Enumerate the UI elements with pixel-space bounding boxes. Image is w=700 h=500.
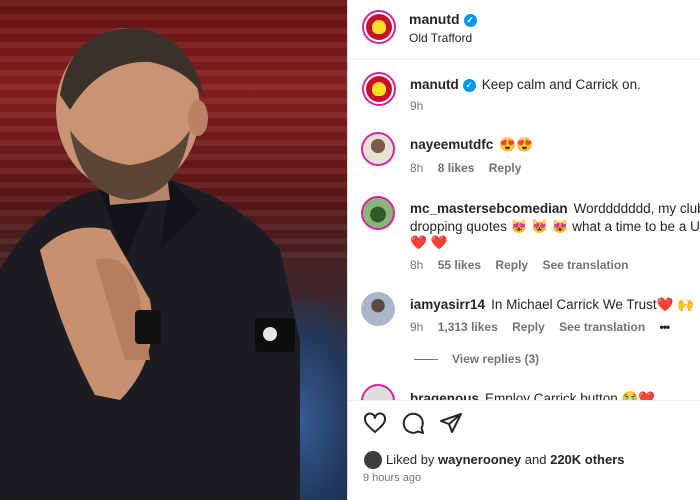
post-header: manutd ✓ Old Trafford: [348, 0, 700, 60]
view-replies-button[interactable]: View replies (3): [414, 352, 539, 366]
comment-likes[interactable]: 1,313 likes: [438, 320, 498, 334]
liked-user[interactable]: waynerooney: [438, 452, 521, 467]
man-figure: [0, 28, 300, 500]
post-photo: [0, 0, 347, 500]
comment-likes[interactable]: 55 likes: [438, 258, 481, 272]
post-author[interactable]: manutd ✓: [409, 11, 477, 27]
comment-time: 8h: [410, 258, 424, 272]
comment-item: mc_mastersebcomedian Worddddddd, my club …: [348, 194, 700, 274]
caption-avatar[interactable]: [362, 72, 396, 106]
comment-body-line3: ❤️ ❤️: [410, 235, 448, 250]
comment-handle[interactable]: nayeemutdfc: [410, 137, 493, 152]
comment-time: 9h: [410, 320, 424, 334]
share-icon[interactable]: [439, 411, 463, 435]
post-actions: Liked by waynerooney and 220K others 9 h…: [348, 400, 700, 500]
comment-time: 8h: [410, 161, 424, 175]
comment-body-line2: dropping quotes 😻 😻 😻 what a time to be …: [410, 219, 700, 234]
replies-divider: [414, 359, 438, 361]
liked-by-avatar[interactable]: [364, 451, 382, 469]
post-timestamp[interactable]: 9 hours ago: [363, 472, 421, 484]
comment-text: nayeemutdfc 😍😍: [410, 136, 533, 154]
commenter-avatar[interactable]: [361, 132, 395, 166]
liked-others[interactable]: 220K others: [550, 452, 624, 467]
comment-handle[interactable]: iamyasirr14: [410, 297, 485, 312]
caption-time: 9h: [410, 99, 424, 113]
comment-item: iamyasirr14 In Michael Carrick We Trust❤️…: [348, 292, 700, 342]
club-crest-icon: [366, 76, 392, 102]
heart-icon[interactable]: [363, 411, 387, 435]
see-translation-button[interactable]: See translation: [542, 258, 628, 272]
post-author-handle[interactable]: manutd: [409, 11, 460, 27]
caption-body: Keep calm and Carrick on.: [481, 77, 641, 92]
comment-text: iamyasirr14 In Michael Carrick We Trust❤️…: [410, 296, 694, 314]
see-translation-button[interactable]: See translation: [559, 320, 645, 334]
post-details-panel: manutd ✓ Old Trafford manutd ✓ Keep calm an…: [347, 0, 700, 500]
verified-icon: ✓: [463, 13, 477, 27]
comment-meta: 9h 1,313 likes Reply See translation •••: [410, 320, 680, 334]
comment-item: nayeemutdfc 😍😍 8h 8 likes Reply: [348, 130, 700, 180]
comment-likes[interactable]: 8 likes: [438, 161, 475, 175]
reply-button[interactable]: Reply: [489, 161, 522, 175]
liked-prefix: Liked by: [386, 452, 435, 467]
comment-meta: 8h 55 likes Reply See translation: [410, 258, 639, 272]
comment-body-line1: Worddddddd, my club is: [573, 201, 700, 216]
club-crest-icon: [366, 14, 392, 40]
comment-handle[interactable]: mc_mastersebcomedian: [410, 201, 568, 216]
liked-and: and: [524, 452, 547, 467]
comment-text: mc_mastersebcomedian Worddddddd, my club …: [410, 200, 700, 218]
manutd-avatar[interactable]: [362, 10, 396, 44]
caption-text: manutd ✓ Keep calm and Carrick on.: [410, 76, 641, 94]
comment-meta: 8h 8 likes Reply: [410, 161, 532, 175]
caption: manutd ✓ Keep calm and Carrick on. 9h: [348, 72, 700, 122]
commenter-avatar[interactable]: [361, 196, 395, 230]
more-icon[interactable]: •••: [660, 320, 671, 334]
caption-meta: 9h: [410, 99, 434, 113]
view-replies-label[interactable]: View replies (3): [452, 352, 539, 366]
liked-by: Liked by waynerooney and 220K others: [386, 452, 625, 467]
reply-button[interactable]: Reply: [512, 320, 545, 334]
reply-button[interactable]: Reply: [495, 258, 528, 272]
post-location[interactable]: Old Trafford: [409, 31, 472, 45]
comment-body: In Michael Carrick We Trust❤️ 🙌: [491, 297, 694, 312]
caption-handle[interactable]: manutd: [410, 77, 459, 92]
comment-icon[interactable]: [401, 411, 425, 435]
comment-body: 😍😍: [499, 137, 533, 152]
commenter-avatar[interactable]: [361, 292, 395, 326]
verified-icon: ✓: [462, 78, 476, 92]
